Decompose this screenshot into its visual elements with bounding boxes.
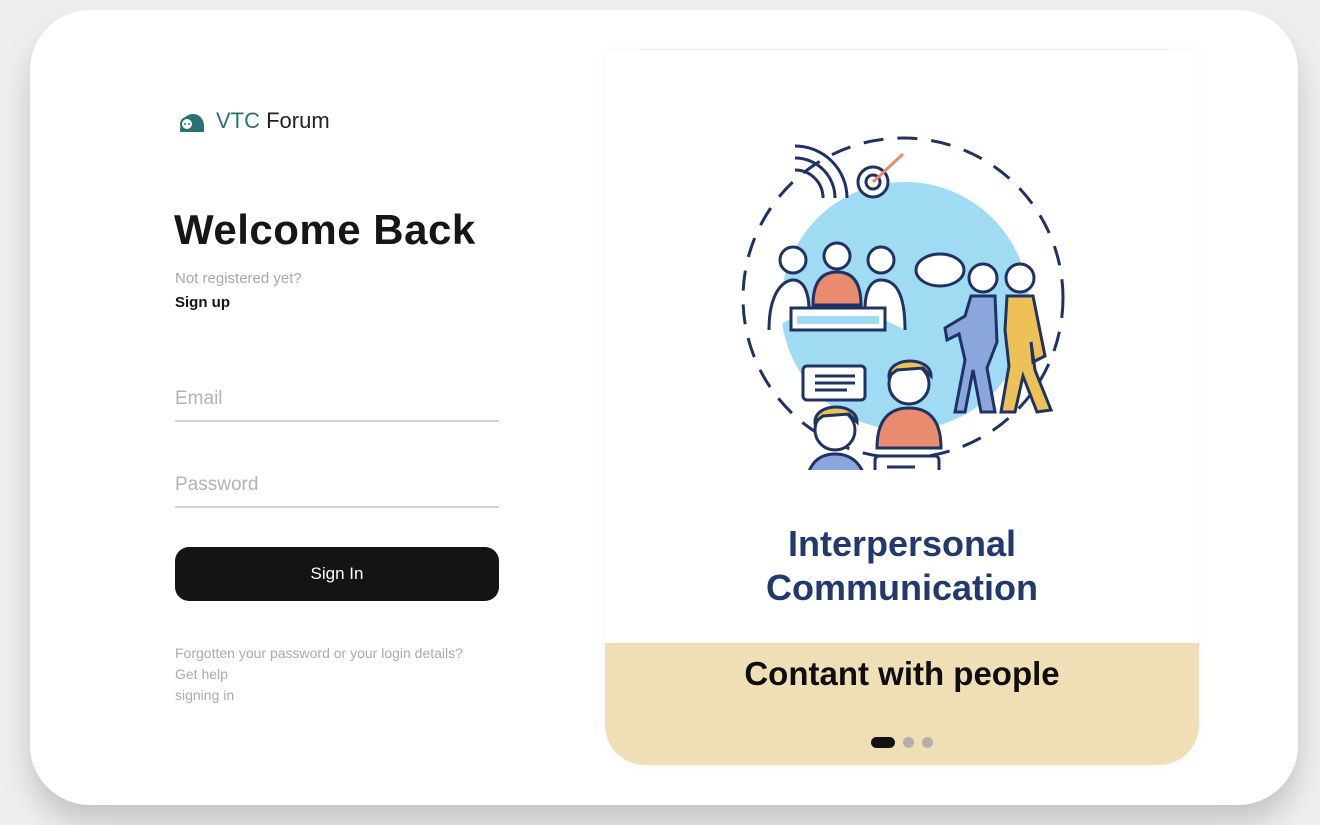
not-registered-text: Not registered yet?: [175, 270, 302, 287]
email-input[interactable]: [175, 378, 499, 420]
interpersonal-communication-illustration: ?: [741, 136, 1065, 470]
slide-title-line2: Communication: [765, 567, 1038, 608]
carousel-panel: ? Interpersonal Communication Contant wi…: [605, 50, 1199, 765]
slide-title-line1: Interpersonal: [787, 523, 1017, 564]
help-line-forgotten: Forgotten your password or your login de…: [175, 645, 463, 661]
login-card: VTC Forum Welcome Back Not registered ye…: [30, 10, 1298, 805]
brand-logo[interactable]: VTC Forum: [176, 106, 330, 136]
email-field-wrapper: [175, 378, 499, 422]
carousel-dots: [605, 737, 1199, 748]
chat-helmet-icon: [180, 114, 204, 132]
page-title: Welcome Back: [174, 206, 476, 253]
carousel-dot-1[interactable]: [871, 737, 895, 748]
brand-name-accent: VTC: [216, 108, 260, 133]
help-text: Forgotten your password or your login de…: [175, 643, 463, 706]
get-help-link[interactable]: Get help: [175, 664, 463, 685]
slide-title: Interpersonal Communication: [605, 522, 1199, 610]
carousel-dot-3[interactable]: [922, 737, 933, 748]
carousel-dot-2[interactable]: [903, 737, 914, 748]
caption-band: Contant with people: [605, 643, 1199, 765]
password-input[interactable]: [175, 464, 499, 506]
brand-name: VTC Forum: [216, 108, 330, 134]
signup-link[interactable]: Sign up: [175, 294, 230, 311]
password-field-wrapper: [175, 464, 499, 508]
slide-caption: Contant with people: [744, 655, 1060, 692]
svg-text:?: ?: [921, 468, 932, 470]
signin-button[interactable]: Sign In: [175, 547, 499, 601]
brand-name-rest: Forum: [260, 108, 330, 133]
help-line-signing-in: signing in: [175, 687, 235, 703]
